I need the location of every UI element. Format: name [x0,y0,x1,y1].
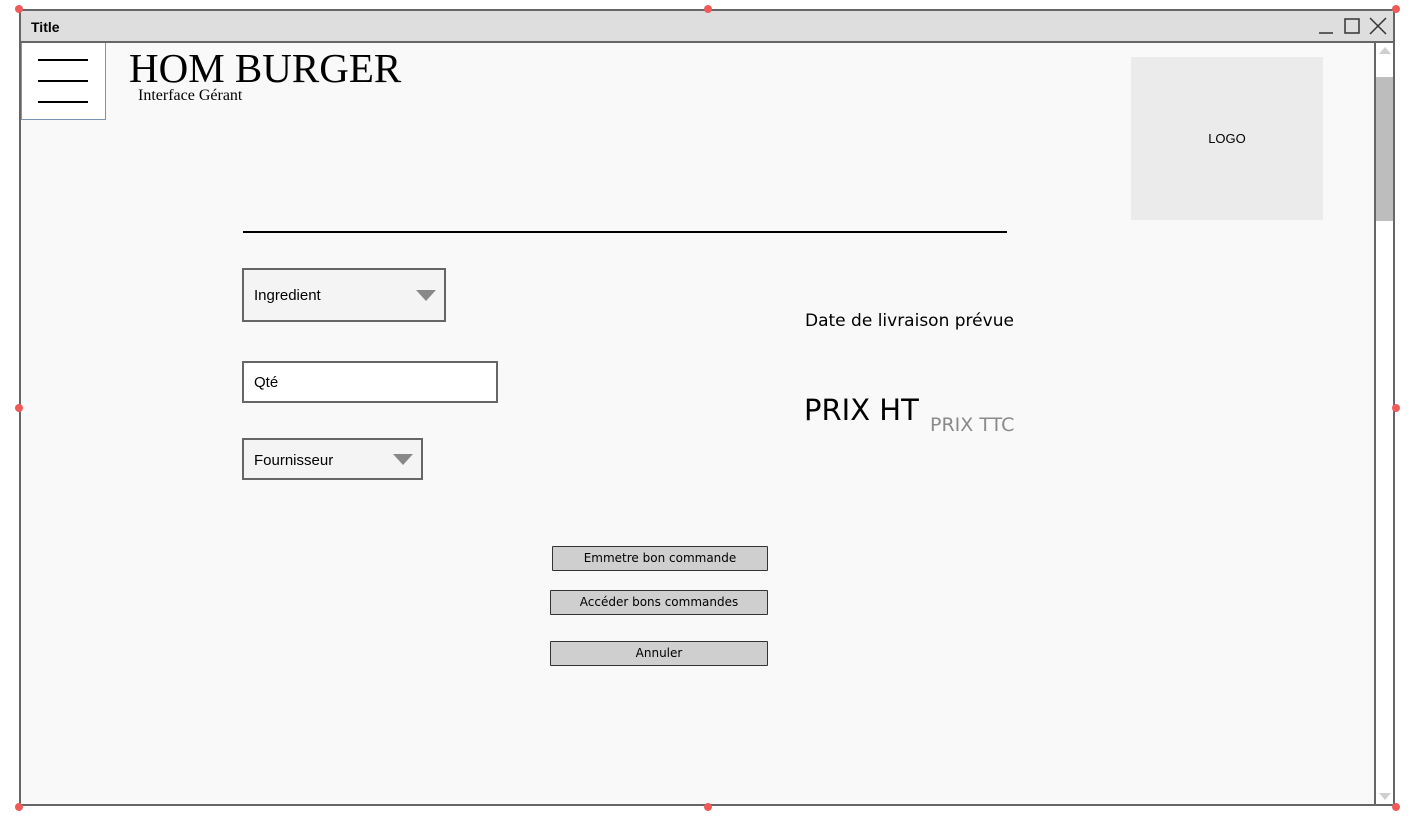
vertical-scrollbar[interactable] [1374,43,1393,804]
app-window: Title HOM BURGER Interface Gérant LOGO I… [19,9,1395,806]
delivery-date-label: Date de livraison prévue [805,311,1014,331]
hamburger-icon [38,59,88,103]
scroll-down-icon[interactable] [1379,793,1391,800]
maximize-icon[interactable] [1343,17,1361,35]
fournisseur-select-value: Fournisseur [254,452,334,469]
window-title: Title [31,19,60,35]
fournisseur-select[interactable]: Fournisseur [242,438,423,480]
price-ttc: PRIX TTC [930,414,1015,436]
resize-handle[interactable] [704,803,712,811]
resize-handle[interactable] [704,5,712,13]
resize-handle[interactable] [1392,404,1400,412]
cancel-button[interactable]: Annuler [550,641,768,666]
scroll-up-icon[interactable] [1379,47,1391,54]
resize-handle[interactable] [15,5,23,13]
brand-subtitle: Interface Gérant [138,87,243,104]
scroll-thumb[interactable] [1376,77,1393,221]
title-bar: Title [21,11,1393,43]
resize-handle[interactable] [15,803,23,811]
resize-handle[interactable] [1392,5,1400,13]
ingredient-select[interactable]: Ingredient [242,268,446,322]
logo-label: LOGO [1208,131,1246,146]
dropdown-caret-icon [416,290,436,301]
resize-handle[interactable] [15,404,23,412]
dropdown-caret-icon [393,454,413,465]
close-icon[interactable] [1369,17,1387,35]
brand-title: HOM BURGER [129,45,402,91]
price-ht: PRIX HT [804,393,919,427]
logo-placeholder: LOGO [1131,57,1323,220]
header-divider [243,231,1007,233]
minimize-icon[interactable] [1317,17,1335,35]
access-orders-button[interactable]: Accéder bons commandes [550,590,768,615]
emit-order-button[interactable]: Emmetre bon commande [552,546,768,571]
resize-handle[interactable] [1392,803,1400,811]
quantity-input[interactable] [242,361,498,403]
ingredient-select-value: Ingredient [254,287,321,304]
hamburger-menu-button[interactable] [21,43,106,120]
